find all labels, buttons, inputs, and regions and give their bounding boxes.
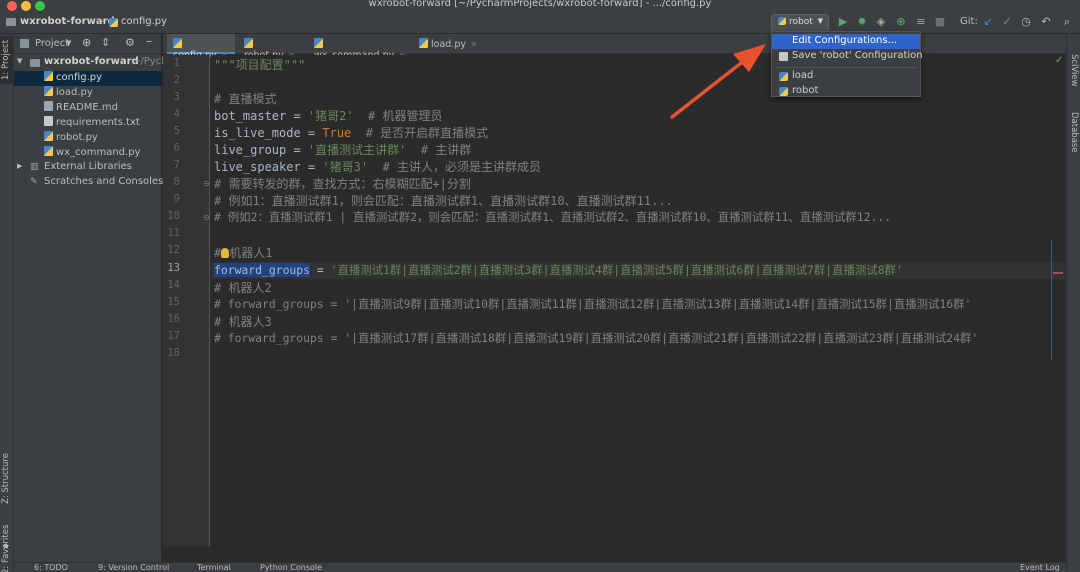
- annotation-arrow: [670, 44, 766, 119]
